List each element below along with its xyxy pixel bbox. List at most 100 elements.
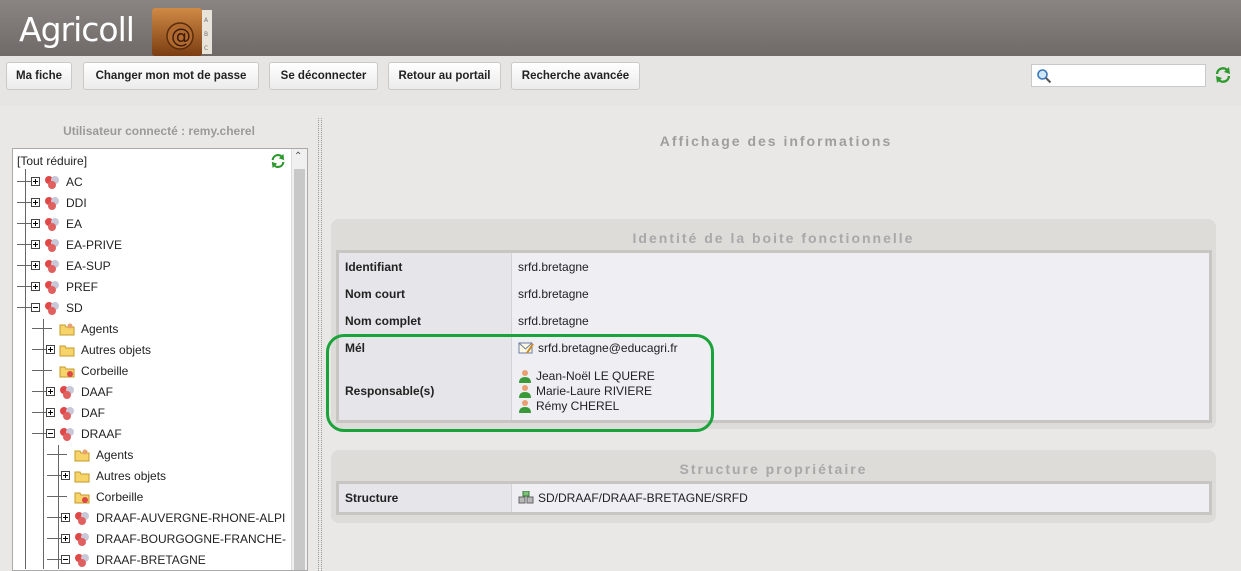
structure-section: Structure propriétaire Structure SD/DRAA…	[331, 450, 1216, 523]
tree-item-label: SD	[66, 300, 83, 315]
tree-item[interactable]: Corbeille	[46, 360, 128, 381]
tree-item[interactable]: EA	[31, 213, 82, 234]
expand-icon[interactable]	[31, 282, 40, 291]
advanced-search-button[interactable]: Recherche avancée	[511, 62, 640, 90]
tree-connector	[17, 265, 31, 266]
directory-icon	[70, 553, 90, 567]
directory-icon	[40, 196, 60, 210]
expand-icon[interactable]	[46, 408, 55, 417]
tree-item-label: DDI	[66, 195, 87, 210]
tree-item-label: Agents	[96, 447, 134, 462]
tree-item-label: EA	[66, 216, 83, 231]
tree-item[interactable]: DDI	[31, 192, 87, 213]
collapse-all-label: [Tout réduire]	[17, 153, 88, 168]
tree-item-label: DRAAF-AUVERGNE-RHONE-ALPI	[96, 510, 286, 525]
expand-icon[interactable]	[31, 261, 40, 270]
tree-connector	[17, 307, 31, 308]
expand-icon[interactable]	[31, 240, 40, 249]
tree-item[interactable]: DRAAF-AUVERGNE-RHONE-ALPI	[61, 507, 285, 528]
expand-icon[interactable]	[46, 387, 55, 396]
identifier-value: srfd.bretagne	[512, 253, 1209, 280]
refresh-icon[interactable]	[1214, 66, 1232, 84]
short-name-value: srfd.bretagne	[512, 280, 1209, 307]
expand-icon[interactable]	[61, 534, 70, 543]
scroll-thumb[interactable]	[294, 169, 305, 570]
scroll-up-icon[interactable]: ⌃	[294, 151, 302, 162]
back-to-portal-button[interactable]: Retour au portail	[388, 62, 501, 90]
tree-item[interactable]: Corbeille	[61, 486, 143, 507]
tree-item[interactable]: Agents	[61, 444, 133, 465]
structure-section-title: Structure propriétaire	[679, 461, 868, 477]
table-row: Identifiant srfd.bretagne	[339, 253, 1209, 280]
tree-item[interactable]: DRAAF-BOURGOGNE-FRANCHE-	[61, 528, 286, 549]
collapse-icon[interactable]	[31, 303, 40, 312]
directory-icon	[40, 238, 60, 252]
tree-connector	[17, 223, 31, 224]
tree-item-label: AC	[66, 174, 83, 189]
collapse-icon[interactable]	[61, 555, 70, 564]
tree-guide-line	[43, 319, 44, 569]
directory-icon	[40, 217, 60, 231]
sidebar: Utilisateur connecté : remy.cherel [Tout…	[0, 106, 318, 571]
tree-item-label: DRAAF	[81, 426, 122, 441]
identity-section-title: Identité de la boite fonctionnelle	[632, 230, 915, 246]
tree-item[interactable]: Agents	[46, 318, 118, 339]
directory-icon	[40, 175, 60, 189]
expand-icon[interactable]	[31, 198, 40, 207]
tree-item[interactable]: AC	[31, 171, 83, 192]
my-profile-button[interactable]: Ma fiche	[6, 62, 72, 90]
svg-text:B: B	[204, 31, 208, 38]
tree-guide-line	[25, 169, 26, 569]
tree-item[interactable]: SD	[31, 297, 83, 318]
tree-item-label: EA-SUP	[66, 258, 111, 273]
directory-icon	[70, 532, 90, 546]
tree-item-label: Autres objets	[96, 468, 167, 483]
directory-icon	[40, 259, 60, 273]
svg-text:@: @	[171, 24, 191, 48]
tree-refresh-icon[interactable]	[270, 153, 286, 169]
structure-link[interactable]: SD/DRAAF/DRAAF-BRETAGNE/SRFD	[538, 491, 748, 505]
agents-folder-icon	[70, 448, 90, 462]
tree-item[interactable]: PREF	[31, 276, 98, 297]
logout-button[interactable]: Se déconnecter	[269, 62, 378, 90]
expand-icon[interactable]	[31, 219, 40, 228]
svg-text:C: C	[204, 45, 208, 52]
tree-item[interactable]: EA-SUP	[31, 255, 111, 276]
tree-connector	[17, 286, 31, 287]
tree-item[interactable]: EA-PRIVE	[31, 234, 122, 255]
structure-label: Structure	[339, 484, 512, 512]
expand-icon[interactable]	[46, 345, 55, 354]
tree-item[interactable]: DRAAF-BRETAGNE	[61, 549, 206, 570]
tree-guide-line	[58, 445, 59, 569]
structure-value: SD/DRAAF/DRAAF-BRETAGNE/SRFD	[512, 484, 1209, 512]
search-input[interactable]	[1031, 64, 1206, 87]
tree-item[interactable]: Autres objets	[46, 339, 151, 360]
tree-scrollbar[interactable]: ⌃	[291, 149, 307, 570]
tree-connector	[17, 244, 31, 245]
change-password-button[interactable]: Changer mon mot de passe	[83, 62, 259, 90]
table-row: Structure SD/DRAAF/DRAAF-BRETAGNE/SRFD	[339, 484, 1209, 512]
expand-icon[interactable]	[61, 513, 70, 522]
tree-item[interactable]: Autres objets	[61, 465, 166, 486]
tree-item[interactable]: DRAAF	[46, 423, 122, 444]
expand-icon[interactable]	[61, 471, 70, 480]
tree-item-label: DAAF	[81, 384, 114, 399]
directory-icon	[55, 406, 75, 420]
highlight-annotation	[326, 334, 714, 432]
tree-item-label: EA-PRIVE	[66, 237, 123, 252]
tree-connector	[17, 181, 31, 182]
collapse-all-link[interactable]: [Tout réduire]	[17, 150, 87, 171]
tree-item-label: DRAAF-BRETAGNE	[96, 552, 206, 567]
tree-item-label: Autres objets	[81, 342, 152, 357]
table-row: Nom complet srfd.bretagne	[339, 307, 1209, 334]
identifier-label: Identifiant	[339, 253, 512, 280]
tree-item[interactable]: DAF	[46, 402, 105, 423]
tree-item[interactable]: DAAF	[46, 381, 113, 402]
search-icon	[1037, 69, 1052, 84]
short-name-label: Nom court	[339, 280, 512, 307]
expand-icon[interactable]	[31, 177, 40, 186]
address-book-logo: A B C @	[152, 8, 212, 56]
full-name-label: Nom complet	[339, 307, 512, 334]
collapse-icon[interactable]	[46, 429, 55, 438]
directory-icon	[40, 301, 60, 315]
